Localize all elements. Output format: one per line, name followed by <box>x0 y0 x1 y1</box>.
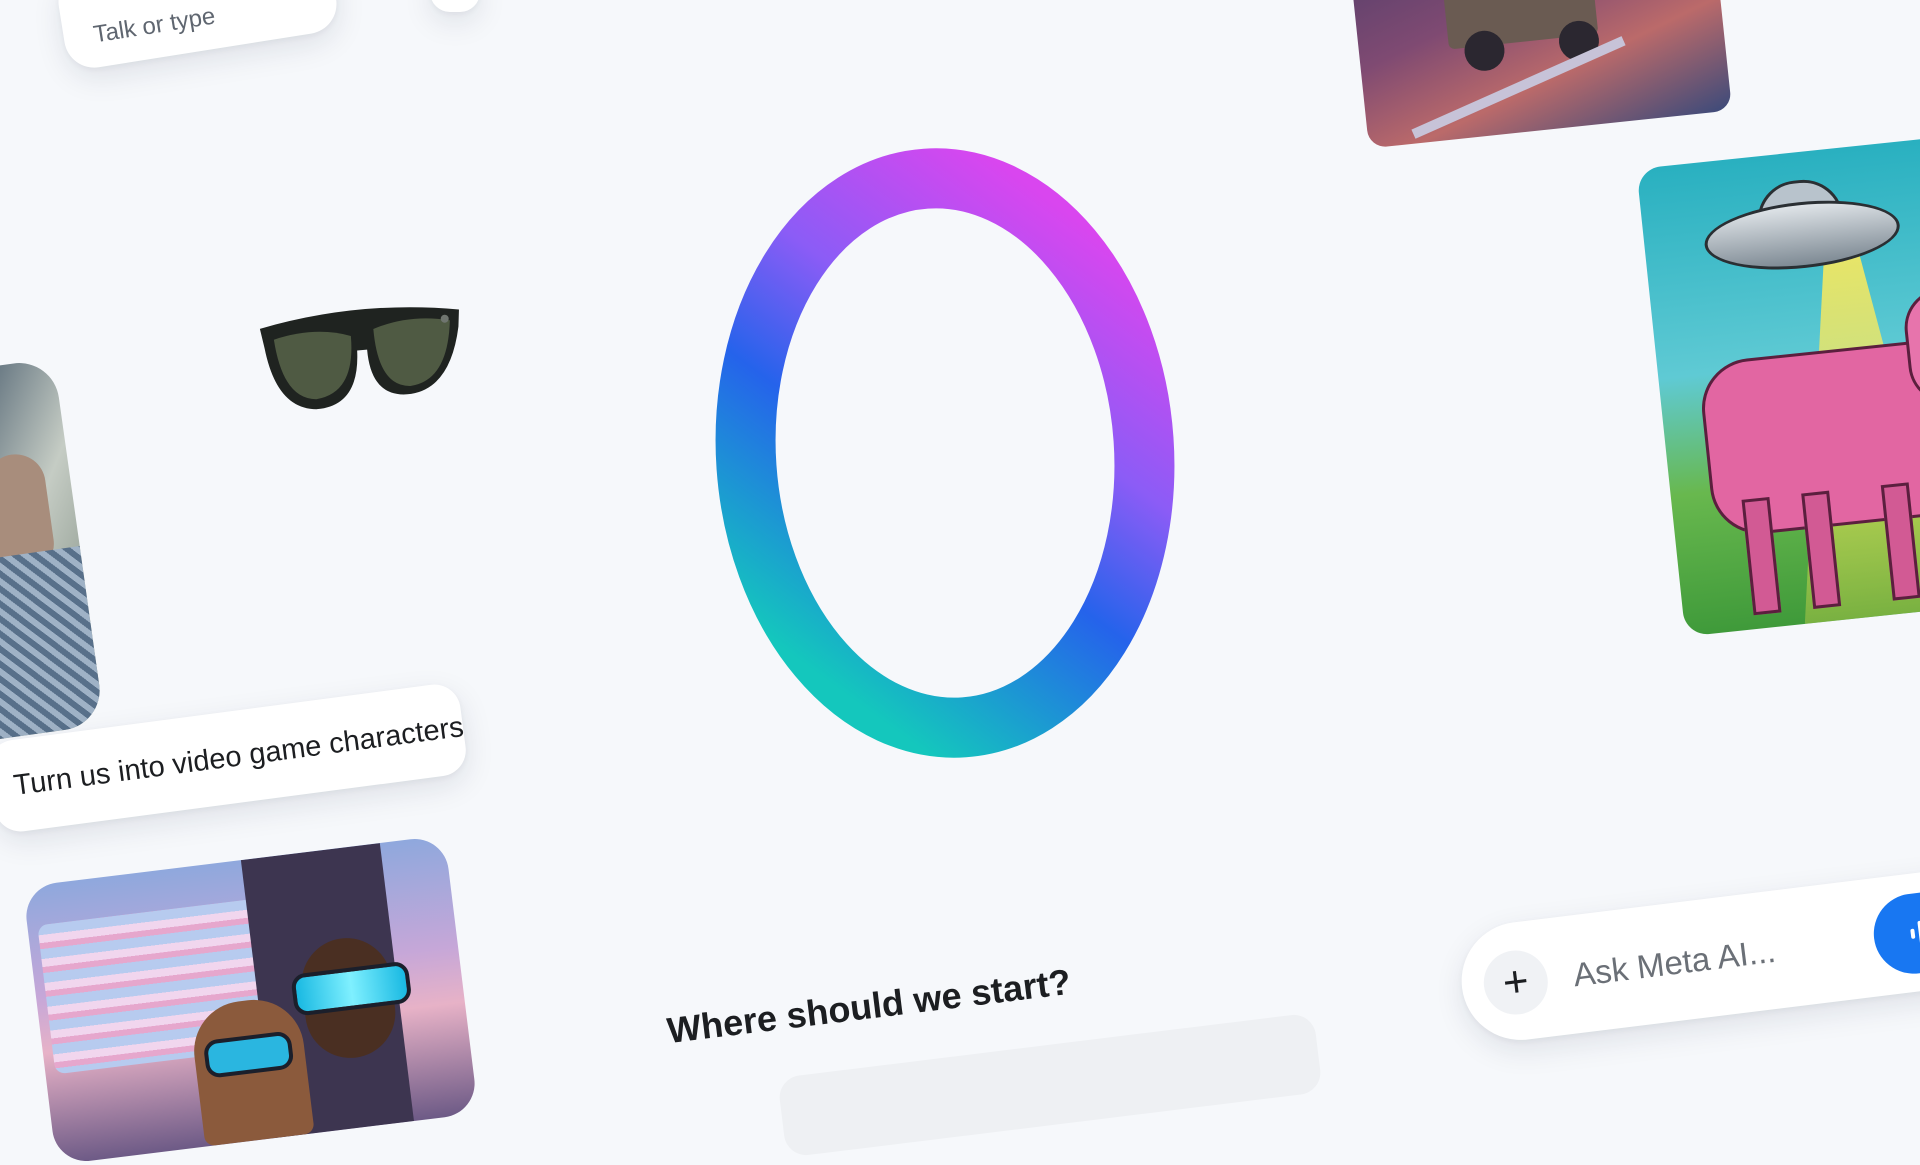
voice-button[interactable] <box>1869 886 1920 979</box>
ask-composer: + <box>1454 861 1920 1047</box>
smart-glasses-image <box>259 307 459 410</box>
video-game-characters-image <box>22 835 479 1165</box>
page-title: Where should we start? <box>664 960 1073 1052</box>
ufo-cow-image <box>1636 133 1920 637</box>
meta-ai-ring-logo <box>715 148 1175 758</box>
voice-waveform-icon <box>1910 920 1920 945</box>
prompt-pill-label: Talk or type <box>91 2 218 49</box>
small-chip[interactable] <box>430 0 480 12</box>
voxel-truck-image <box>1342 0 1733 149</box>
photo-person-in-car <box>0 357 105 753</box>
prompt-pill-talk-or-type[interactable]: Talk or type <box>54 0 341 72</box>
suggestion-card[interactable] <box>777 1012 1323 1158</box>
ask-input[interactable] <box>1567 908 1877 1006</box>
plus-icon: + <box>1499 956 1532 1008</box>
add-attachment-button[interactable]: + <box>1480 946 1552 1019</box>
